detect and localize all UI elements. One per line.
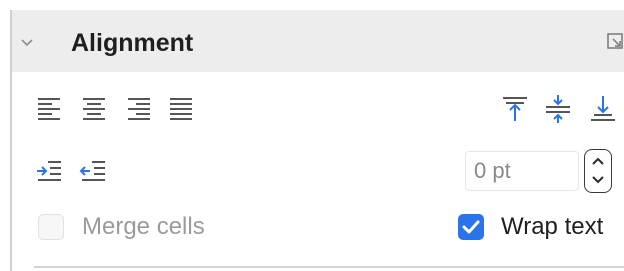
merge-cells-checkbox[interactable] xyxy=(38,214,64,240)
spin-up-icon[interactable] xyxy=(591,155,605,167)
align-center-icon[interactable] xyxy=(79,94,109,124)
increase-indent-icon[interactable] xyxy=(34,156,64,186)
justify-icon[interactable] xyxy=(166,94,196,124)
indent-spin-button[interactable] xyxy=(584,149,612,193)
align-left-icon[interactable] xyxy=(34,94,64,124)
divider xyxy=(34,266,624,268)
chevron-down-icon[interactable] xyxy=(19,34,35,50)
wrap-text-checkbox[interactable] xyxy=(458,214,484,240)
align-right-icon[interactable] xyxy=(124,94,154,124)
align-top-icon[interactable] xyxy=(500,94,530,124)
decrease-indent-icon[interactable] xyxy=(78,156,108,186)
alignment-panel: Alignment 0 pt Merge cells Wrap text xyxy=(0,0,624,271)
spin-down-icon[interactable] xyxy=(591,174,605,186)
panel-title: Alignment xyxy=(71,29,194,57)
indent-input[interactable]: 0 pt xyxy=(465,151,579,191)
wrap-text-label: Wrap text xyxy=(501,213,604,240)
merge-cells-label: Merge cells xyxy=(82,213,205,240)
align-bottom-icon[interactable] xyxy=(588,94,618,124)
more-options-icon[interactable] xyxy=(606,31,624,53)
checkmark-icon xyxy=(462,220,480,234)
center-vertically-icon[interactable] xyxy=(543,94,573,124)
